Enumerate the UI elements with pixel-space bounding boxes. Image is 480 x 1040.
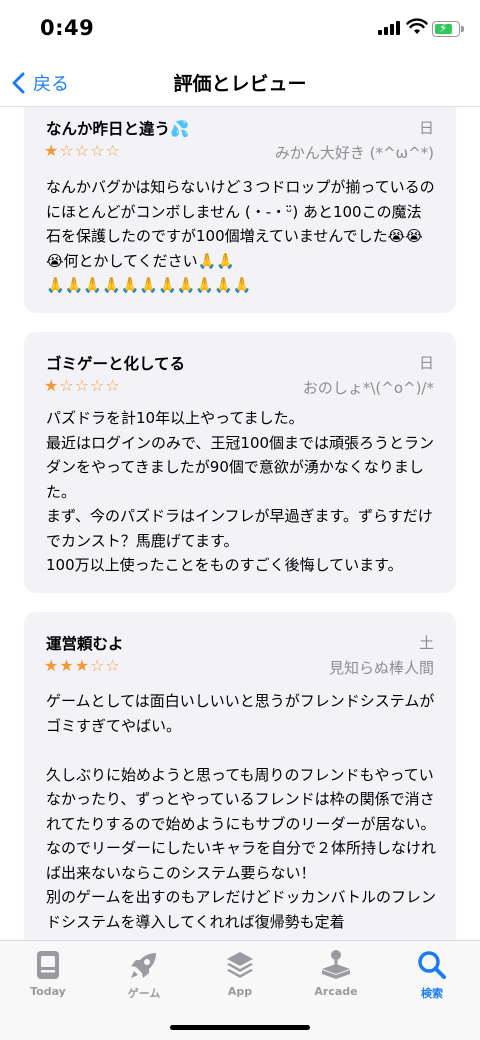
status-time: 0:49 [40, 16, 95, 40]
star-filled-icon: ★ [44, 141, 60, 160]
status-bar: 0:49 ⚡ [0, 0, 480, 60]
tab-apps[interactable]: App [192, 949, 288, 998]
home-indicator [170, 1025, 310, 1030]
star-filled-icon: ★ [44, 376, 60, 395]
star-rating: ★☆☆☆☆ [44, 141, 121, 160]
layers-icon [227, 952, 253, 978]
review-date: 日 [418, 354, 434, 372]
tab-search[interactable]: 検索 [384, 949, 480, 1001]
reviews-list[interactable]: なんか昨日と違う💦 日 ★☆☆☆☆ みかん大好き (*^ω^*) なんかバグかは… [0, 107, 480, 940]
review-author: おのしょ*\(^o^)/* [302, 379, 434, 397]
tab-label: App [227, 985, 253, 998]
review-card[interactable]: ゴミゲーと化してる 日 ★☆☆☆☆ おのしょ*\(^o^)/* パズドラを計10… [24, 332, 456, 593]
tab-label: Today [30, 985, 66, 998]
star-empty-icon: ☆☆☆☆ [59, 376, 121, 395]
review-author: 見知らぬ棒人間 [328, 659, 434, 677]
review-body: ゲームとしては面白いしいいと思うがフレンドシステムがゴミすぎてやばい。 久しぶり… [46, 692, 437, 931]
navigation-bar: 戻る 評価とレビュー [0, 60, 480, 107]
page-title: 評価とレビュー [173, 73, 307, 95]
tab-games[interactable]: ゲーム [96, 949, 192, 1001]
tab-label: 検索 [421, 987, 443, 1000]
tab-label: Arcade [314, 985, 358, 998]
rocket-icon [131, 953, 156, 978]
search-icon [418, 951, 446, 979]
star-empty-icon: ☆☆ [90, 656, 121, 675]
review-body: パズドラを計10年以上やってました。 最近はログインのみで、王冠100個までは頑… [46, 409, 435, 574]
tab-label: ゲーム [127, 987, 161, 1000]
today-icon [37, 951, 59, 979]
cellular-signal-icon [378, 21, 404, 35]
star-rating: ★☆☆☆☆ [44, 376, 121, 395]
star-rating: ★★★☆☆ [44, 656, 121, 675]
review-title: 運営頼むよ [46, 635, 124, 653]
review-title: なんか昨日と違う💦 [46, 120, 190, 138]
review-card[interactable]: 運営頼むよ 土 ★★★☆☆ 見知らぬ棒人間 ゲームとしては面白いしいいと思うがフ… [24, 612, 456, 940]
review-author: みかん大好き (*^ω^*) [274, 144, 434, 162]
star-filled-icon: ★★★ [44, 656, 91, 675]
review-body: なんかバグかは知らないけど３つドロップが揃っているのにほとんどがコンボしません … [46, 178, 435, 294]
review-date: 土 [418, 634, 434, 652]
star-empty-icon: ☆☆☆☆ [59, 141, 121, 160]
battery-icon: ⚡ [432, 21, 464, 37]
tab-arcade[interactable]: Arcade [288, 949, 384, 998]
joystick-icon [322, 950, 350, 979]
wifi-icon [406, 18, 428, 34]
review-title: ゴミゲーと化してる [46, 355, 186, 373]
review-card[interactable]: なんか昨日と違う💦 日 ★☆☆☆☆ みかん大好き (*^ω^*) なんかバグかは… [24, 107, 456, 313]
tab-today[interactable]: Today [0, 949, 96, 998]
review-date: 日 [418, 119, 434, 137]
